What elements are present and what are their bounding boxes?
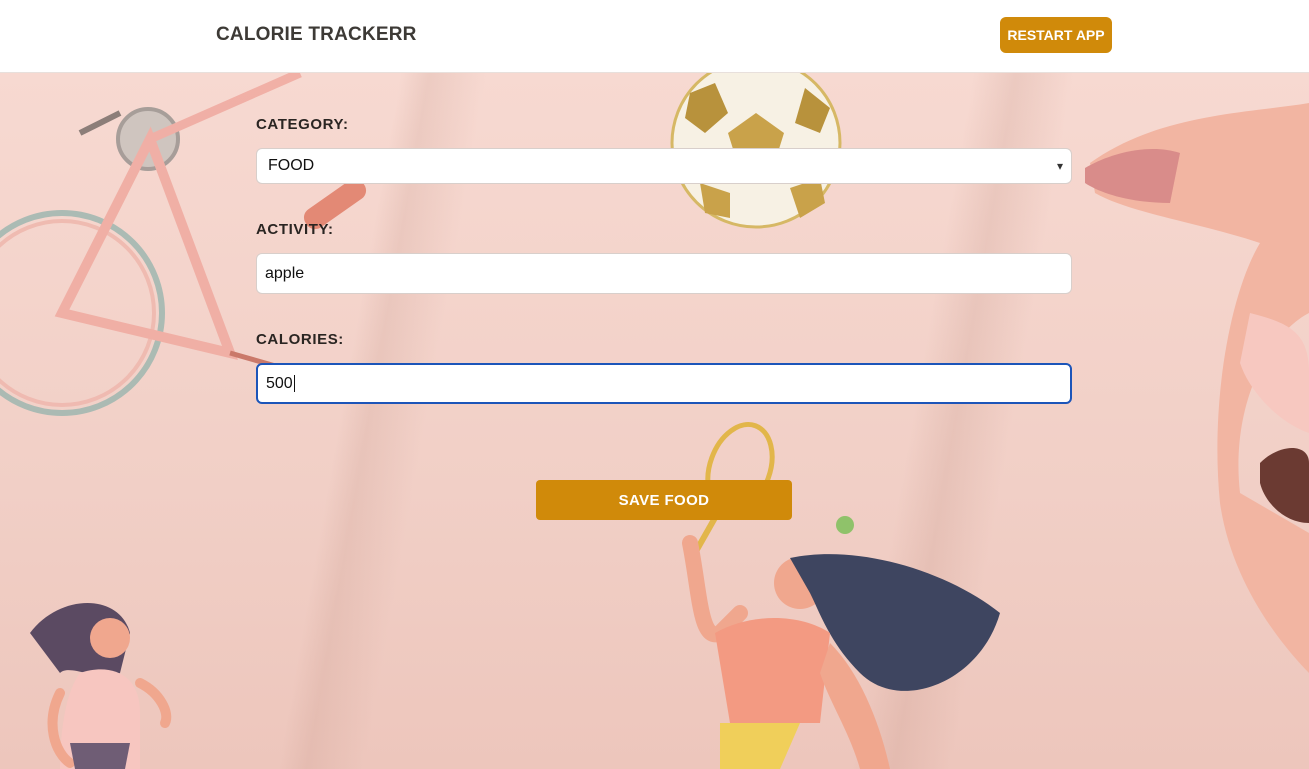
activity-input[interactable]: apple bbox=[256, 253, 1072, 294]
tennis-player-illustration bbox=[682, 421, 1000, 769]
calories-label: CALORIES: bbox=[256, 331, 344, 348]
diver-illustration bbox=[1085, 103, 1309, 673]
chevron-down-icon: ▾ bbox=[1056, 159, 1063, 173]
activity-input-value: apple bbox=[265, 264, 305, 282]
category-label: CATEGORY: bbox=[256, 116, 349, 133]
top-navbar: CALORIE TRACKERR RESTART APP bbox=[0, 0, 1309, 73]
category-select[interactable]: FOOD ▾ bbox=[256, 148, 1072, 184]
save-food-button[interactable]: SAVE FOOD bbox=[536, 480, 792, 520]
app-title[interactable]: CALORIE TRACKERR bbox=[216, 24, 417, 46]
main-area: CATEGORY: FOOD ▾ ACTIVITY: apple CALORIE… bbox=[0, 73, 1309, 769]
text-cursor bbox=[293, 375, 295, 392]
restart-app-button[interactable]: RESTART APP bbox=[1000, 17, 1112, 53]
calories-input-value: 500 bbox=[266, 374, 293, 392]
activity-label: ACTIVITY: bbox=[256, 221, 334, 238]
runner-illustration bbox=[30, 603, 172, 769]
category-select-value: FOOD bbox=[268, 157, 315, 174]
calories-input[interactable]: 500 bbox=[256, 363, 1072, 404]
